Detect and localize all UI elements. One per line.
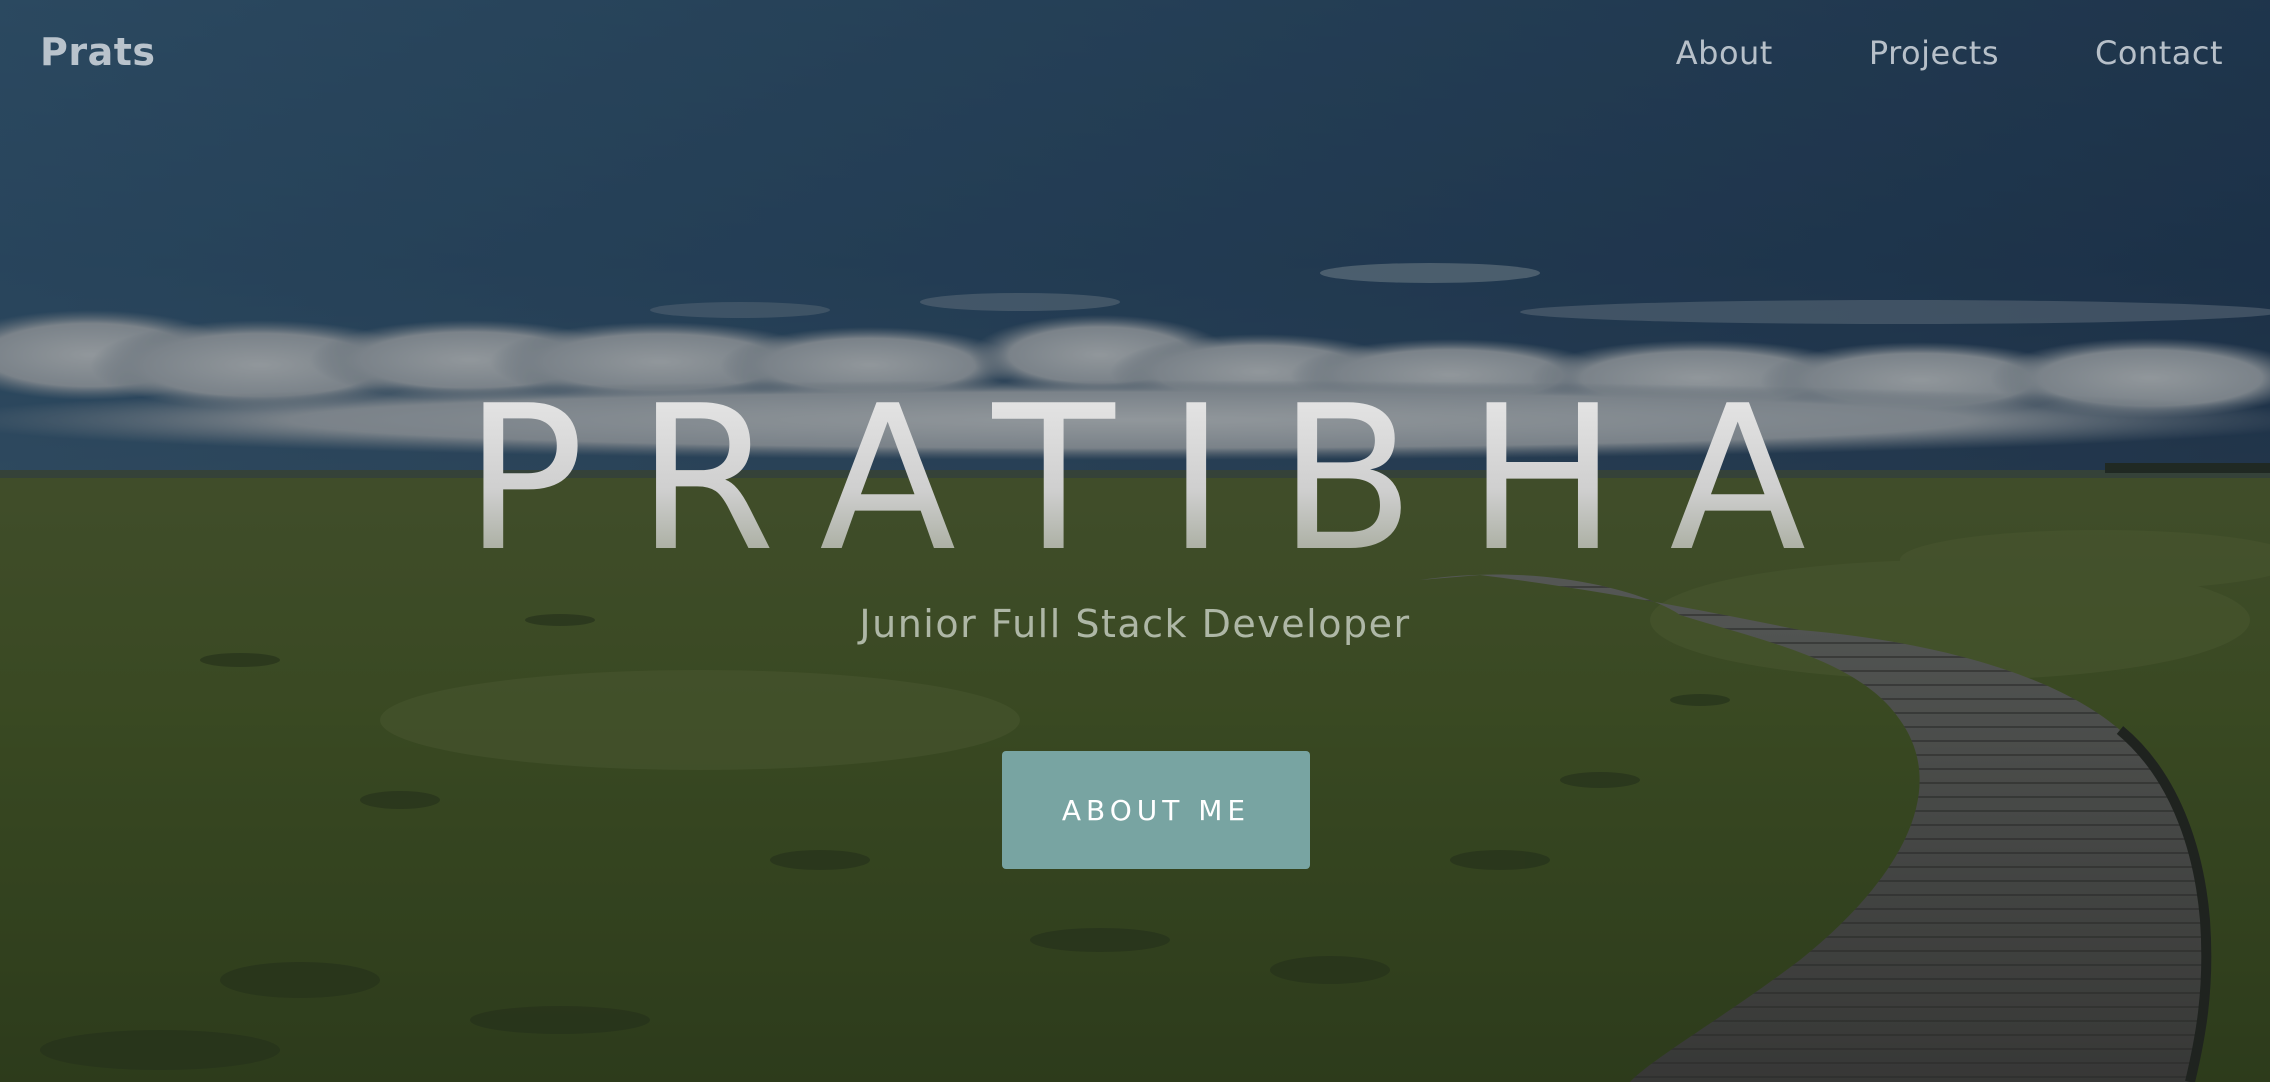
about-me-button[interactable]: ABOUT ME (1002, 751, 1310, 869)
brand-logo-link[interactable]: Prats (40, 30, 156, 74)
nav-link-projects[interactable]: Projects (1869, 34, 1999, 72)
hero-section: Prats About Projects Contact PRATIBHA Ju… (0, 0, 2270, 1082)
hero-title: PRATIBHA (0, 380, 2270, 580)
hero-subtitle: Junior Full Stack Developer (859, 602, 1411, 646)
top-navbar: Prats About Projects Contact (0, 0, 2270, 110)
nav-links: About Projects Contact (1676, 34, 2223, 72)
nav-link-about[interactable]: About (1676, 34, 1773, 72)
nav-link-contact[interactable]: Contact (2095, 34, 2223, 72)
